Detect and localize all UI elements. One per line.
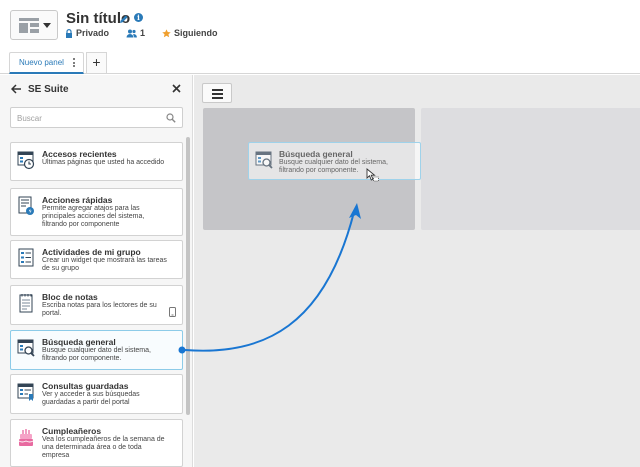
quick-actions-icon	[18, 196, 34, 215]
widget-card-cumpleaneros[interactable]: Cumpleañeros Vea los cumpleañeros de la …	[10, 419, 183, 467]
widget-title: Bloc de notas	[42, 292, 98, 302]
widget-card-acciones-rapidas[interactable]: Acciones rápidas Permite agregar atajos …	[10, 188, 183, 236]
lock-icon	[66, 28, 72, 38]
close-icon[interactable]	[172, 84, 181, 93]
arrow-left-icon[interactable]	[11, 84, 22, 94]
widget-description: Crear un widget que mostrará las tareas …	[42, 257, 167, 273]
panel-header: Sin título i Privado 1 Siguiendo	[0, 0, 640, 48]
members-status[interactable]: 1	[126, 28, 145, 38]
drop-slot-2[interactable]	[421, 108, 640, 230]
recent-access-icon	[17, 151, 35, 170]
widget-card-busqueda-general[interactable]: Búsqueda general Busque cualquier dato d…	[10, 330, 183, 370]
widget-title: Actividades de mi grupo	[42, 247, 141, 257]
widget-description: Ver y acceder a sus búsquedas guardadas …	[42, 391, 140, 407]
privacy-label: Privado	[76, 28, 110, 38]
star-icon	[162, 28, 171, 37]
info-icon[interactable]: i	[134, 13, 143, 22]
privacy-status[interactable]: Privado	[65, 28, 109, 38]
layout-grid-icon	[19, 18, 39, 33]
widget-sidebar: SE Suite Accesos recientes Últimas págin…	[0, 75, 193, 467]
edit-pencil-icon[interactable]	[119, 14, 129, 24]
widget-card-actividades-de-mi-grupo[interactable]: Actividades de mi grupo Crear un widget …	[10, 240, 183, 279]
drag-preview-description: Busque cualquier dato del sistema, filtr…	[279, 159, 388, 175]
widget-description: Vea los cumpleañeros de la semana de una…	[42, 436, 165, 460]
kebab-menu-icon[interactable]	[73, 58, 75, 67]
widget-card-bloc-de-notas[interactable]: Bloc de notas Escriba notas para los lec…	[10, 285, 183, 325]
drag-preview-title: Búsqueda general	[279, 149, 353, 159]
drag-preview-card[interactable]: Búsqueda general Busque cualquier dato d…	[248, 142, 421, 180]
caret-down-icon	[43, 23, 51, 28]
mobile-phone-icon	[169, 307, 176, 317]
follow-label: Siguiendo	[174, 28, 218, 38]
members-count: 1	[140, 28, 146, 38]
search-icon[interactable]	[166, 113, 176, 123]
widget-description: Permite agregar atajos para las principa…	[42, 205, 145, 229]
widget-title: Búsqueda general	[42, 337, 116, 347]
widget-description: Últimas páginas que usted ha accedido	[42, 159, 165, 166]
widget-search	[10, 107, 183, 128]
widget-title: Acciones rápidas	[42, 195, 113, 205]
drag-hand-cursor-icon	[366, 168, 379, 182]
widget-description: Busque cualquier dato del sistema, filtr…	[42, 347, 151, 363]
widget-title: Cumpleañeros	[42, 426, 102, 436]
widget-card-consultas-guardadas[interactable]: Consultas guardadas Ver y acceder a sus …	[10, 374, 183, 414]
sidebar-title: SE Suite	[28, 84, 69, 95]
widget-title: Consultas guardadas	[42, 381, 129, 391]
add-tab-button[interactable]: +	[86, 52, 107, 73]
panel-workspace: Búsqueda general Busque cualquier dato d…	[194, 75, 640, 467]
tab-label: Nuevo panel	[19, 58, 64, 67]
general-search-icon	[255, 151, 273, 169]
tab-bar: Nuevo panel +	[0, 48, 640, 74]
widget-title: Accesos recientes	[42, 149, 117, 159]
group-activities-icon	[18, 248, 34, 267]
widget-description: Escriba notas para los lectores de su po…	[42, 302, 157, 318]
general-search-icon	[17, 339, 35, 357]
notepad-icon	[19, 294, 33, 313]
search-input[interactable]	[11, 109, 161, 128]
users-icon	[126, 29, 137, 37]
birthday-cake-icon	[18, 429, 34, 446]
panel-menu-button[interactable]	[202, 83, 232, 103]
tab-nuevo-panel[interactable]: Nuevo panel	[9, 52, 84, 74]
sidebar-header: SE Suite	[0, 75, 192, 105]
follow-status[interactable]: Siguiendo	[162, 28, 218, 38]
widget-card-accesos-recientes[interactable]: Accesos recientes Últimas páginas que us…	[10, 142, 183, 181]
saved-queries-icon	[17, 383, 34, 401]
sidebar-scrollbar[interactable]	[186, 137, 190, 415]
layout-selector-button[interactable]	[10, 10, 58, 40]
